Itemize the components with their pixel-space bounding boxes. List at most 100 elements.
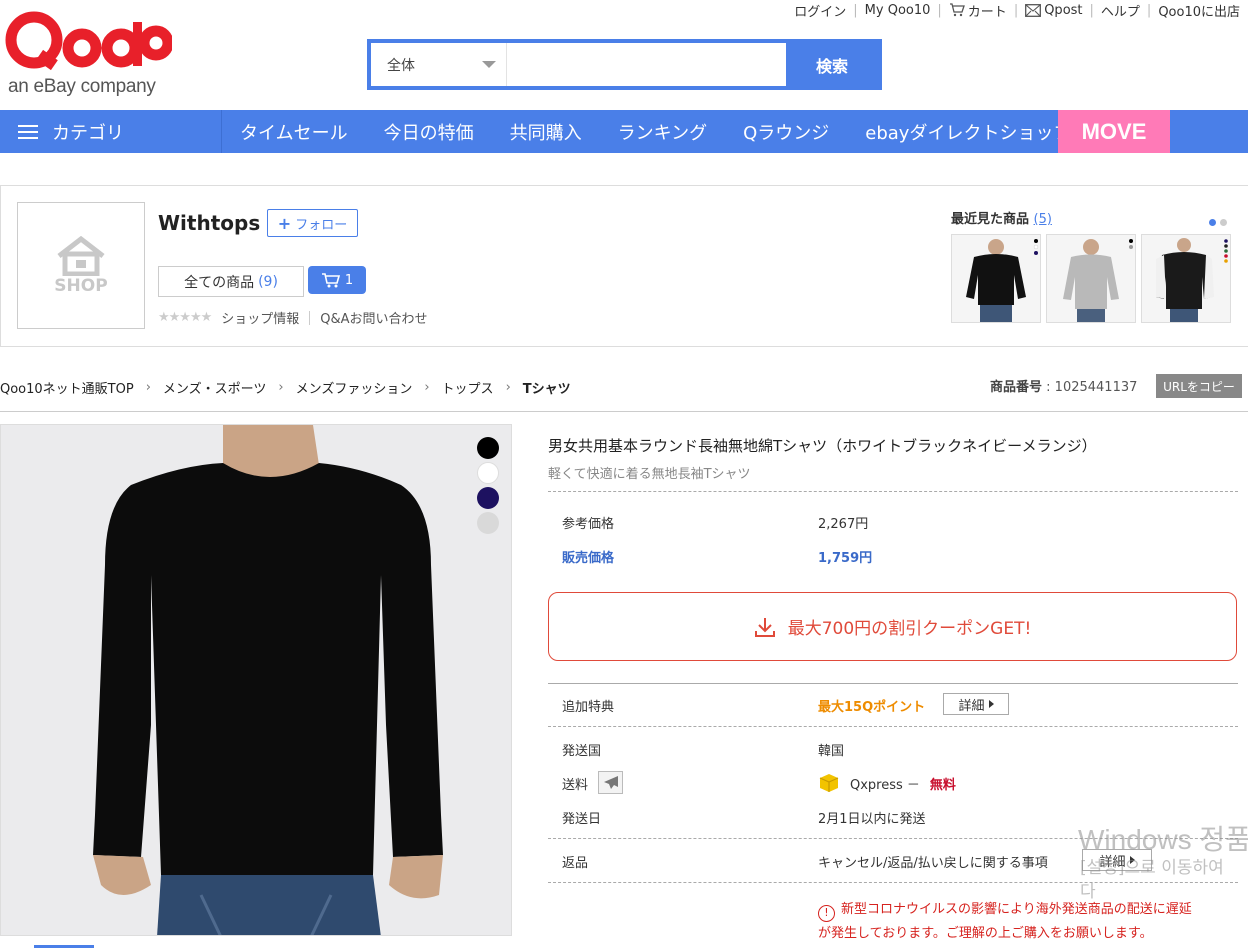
logo-tagline: an eBay company <box>8 76 156 97</box>
carousel-dot[interactable] <box>1209 219 1216 226</box>
product-title: 男女共用基本ラウンド長袖無地綿Tシャツ（ホワイトブラックネイビーメランジ） <box>548 437 1097 455</box>
breadcrumb-item[interactable]: Tシャツ <box>523 378 571 397</box>
divider <box>309 310 311 325</box>
shipping-label: 送料 <box>562 778 589 793</box>
qoo10-logo[interactable]: an eBay company <box>4 10 174 100</box>
bonus-label: 追加特典 <box>562 700 615 715</box>
breadcrumb-item[interactable]: メンズファッション <box>296 378 413 397</box>
menu-icon <box>18 124 38 139</box>
shipping-info: Qxpress － 無料 <box>818 773 956 793</box>
color-swatch-black[interactable] <box>477 437 499 459</box>
recent-item-thumbnail[interactable] <box>951 234 1041 323</box>
shop-info-link[interactable]: ショップ情報 <box>221 308 299 327</box>
cart-icon <box>949 3 965 17</box>
dropdown-arrow-icon <box>482 61 496 68</box>
search-button[interactable]: 検索 <box>786 43 878 86</box>
airplane-icon[interactable] <box>598 771 623 794</box>
breadcrumb-item[interactable]: Qoo10ネット通販TOP <box>0 378 134 397</box>
nav-group-buy[interactable]: 共同購入 <box>510 119 582 145</box>
mail-icon <box>1025 3 1042 17</box>
ref-price: 2,267円 <box>818 517 869 532</box>
my-qoo10-link[interactable]: My Qoo10 <box>865 3 931 18</box>
nav-move[interactable]: MOVE <box>1058 110 1170 153</box>
recently-viewed-count[interactable]: (5) <box>1034 212 1052 227</box>
black-longsleeve-image <box>952 235 1040 322</box>
recent-item-thumbnail[interactable] <box>1141 234 1231 323</box>
sale-price: 1,759円 <box>818 551 873 566</box>
ship-date: 2月1日以内に発送 <box>818 812 926 827</box>
nav-q-lounge[interactable]: Qラウンジ <box>743 119 829 145</box>
covid-delay-notice: ! 新型コロナウイルスの影響により海外発送商品の配送に遅延 が発生しております。ご… <box>818 902 1192 941</box>
qa-link[interactable]: Q&Aお問い合わせ <box>320 308 427 327</box>
chevron-right-icon: › <box>505 380 511 395</box>
cart-icon <box>321 272 340 287</box>
product-number: 商品番号 : 1025441137 <box>990 380 1138 395</box>
color-swatch-navy[interactable] <box>477 487 499 509</box>
product-main-image[interactable] <box>0 424 512 936</box>
qoo10-logo-mark <box>5 11 172 71</box>
help-link[interactable]: ヘルプ <box>1101 1 1140 20</box>
sale-price-label: 販売価格 <box>562 551 615 566</box>
search-input[interactable] <box>507 43 786 86</box>
shop-logo[interactable]: SHOP <box>17 202 145 329</box>
divider <box>548 726 1238 727</box>
bonus-points: 最大15Qポイント <box>818 700 926 715</box>
varsity-jacket-image <box>1142 235 1230 322</box>
ship-country: 韓国 <box>818 744 845 759</box>
gray-sweatshirt-image <box>1047 235 1135 322</box>
windows-watermark: Windows 정품 <box>1078 824 1248 855</box>
breadcrumb-item[interactable]: トップス <box>442 378 494 397</box>
recently-viewed-title: 最近見た商品 (5) <box>951 212 1052 227</box>
color-swatch-melange[interactable] <box>477 512 499 534</box>
all-items-button[interactable]: 全ての商品 (9) <box>158 266 304 297</box>
search-bar: 全体 検索 <box>367 39 882 90</box>
shop-links: ★★★★★ ショップ情報 Q&Aお問い合わせ <box>158 308 428 327</box>
nav-ebay-direct[interactable]: ebayダイレクトショップ <box>865 119 1071 145</box>
nav-todays-deal[interactable]: 今日の特価 <box>384 119 474 145</box>
divider <box>548 683 1238 684</box>
carousel-dot[interactable] <box>1220 219 1227 226</box>
carousel-dots <box>1209 219 1227 226</box>
plus-icon: + <box>277 213 292 233</box>
seller-link[interactable]: Qoo10に出店 <box>1158 1 1240 20</box>
breadcrumb: Qoo10ネット通販TOP › メンズ・スポーツ › メンズファッション › ト… <box>0 378 571 397</box>
utility-links: ログイン | My Qoo10 | カート | Qpost | ヘルプ | Qo… <box>794 1 1240 20</box>
ship-country-label: 発送国 <box>562 744 602 759</box>
bonus-detail-button[interactable]: 詳細 <box>943 693 1009 715</box>
follow-button[interactable]: + フォロー <box>267 209 358 237</box>
chevron-right-icon: › <box>424 380 430 395</box>
category-menu-button[interactable]: カテゴリ <box>0 110 222 153</box>
chevron-right-icon: › <box>278 380 284 395</box>
ref-price-label: 参考価格 <box>562 517 615 532</box>
main-nav: カテゴリ タイムセール 今日の特価 共同購入 ランキング Qラウンジ ebayダ… <box>0 110 1248 153</box>
rating-stars-icon: ★★★★★ <box>158 310 212 325</box>
chevron-right-icon: › <box>145 380 151 395</box>
windows-watermark-sub: [설정]으로 이동하여 다 <box>1080 858 1224 902</box>
shop-info-box: SHOP Withtops + フォロー 全ての商品 (9) 1 ★★★★★ ショッ… <box>0 185 1248 347</box>
search-category-select[interactable]: 全体 <box>371 43 507 86</box>
qpost-link[interactable]: Qpost <box>1025 3 1083 18</box>
arrow-right-icon <box>988 700 994 708</box>
package-box-icon <box>819 774 839 792</box>
nav-time-sale[interactable]: タイムセール <box>240 119 348 145</box>
breadcrumb-item[interactable]: メンズ・スポーツ <box>163 378 266 397</box>
shop-name[interactable]: Withtops <box>158 211 260 235</box>
black-tshirt-model-image <box>1 425 511 935</box>
alert-icon: ! <box>818 904 835 922</box>
login-link[interactable]: ログイン <box>794 1 846 20</box>
product-subtitle: 軽くて快適に着る無地長袖Tシャツ <box>548 467 751 482</box>
nav-ranking[interactable]: ランキング <box>618 119 707 145</box>
return-policy: キャンセル/返品/払い戻しに関する事項 <box>818 856 1048 871</box>
color-swatch-white[interactable] <box>477 462 499 484</box>
shop-house-icon <box>57 235 105 276</box>
return-label: 返品 <box>562 856 589 871</box>
copy-url-button[interactable]: URLをコピー <box>1156 374 1242 398</box>
divider <box>548 491 1238 492</box>
download-icon <box>754 617 775 637</box>
coupon-button[interactable]: 最大700円の割引クーポンGET! <box>548 592 1237 661</box>
shop-cart-badge[interactable]: 1 <box>308 266 366 294</box>
divider <box>0 411 1248 412</box>
recent-item-thumbnail[interactable] <box>1046 234 1136 323</box>
cart-link[interactable]: カート <box>949 1 1007 20</box>
ship-date-label: 発送日 <box>562 812 602 827</box>
